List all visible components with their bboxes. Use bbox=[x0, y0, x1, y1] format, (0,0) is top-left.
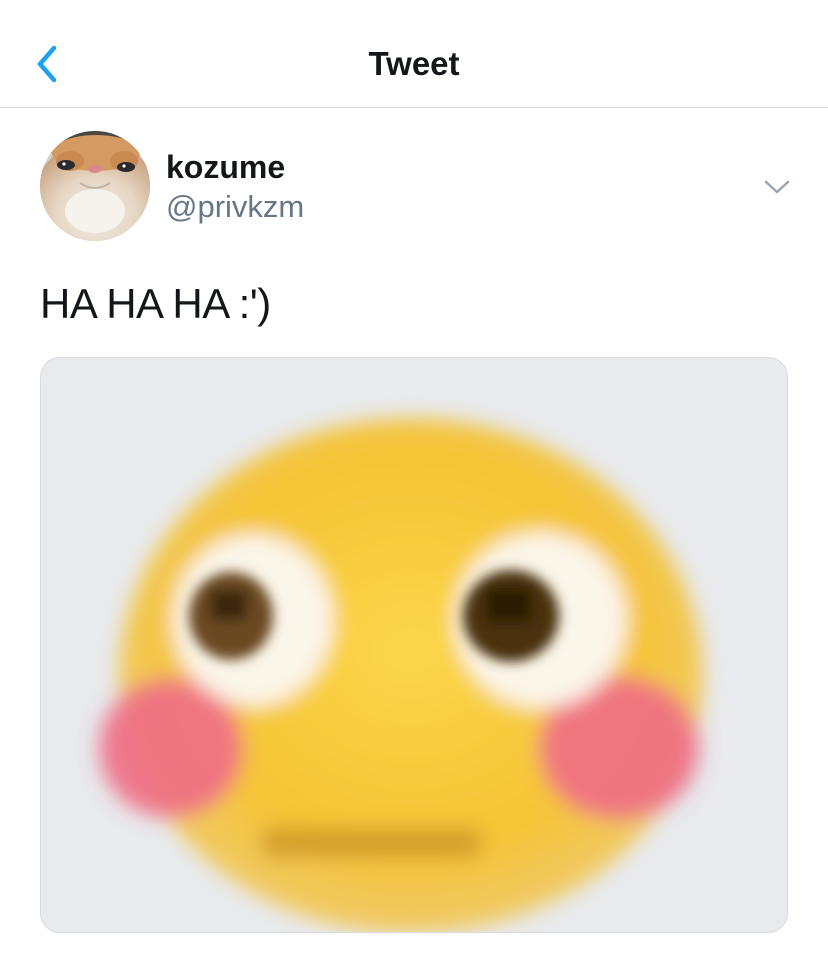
page-title: Tweet bbox=[368, 45, 460, 82]
top-nav-bar: Tweet bbox=[0, 0, 828, 108]
tweet-media-image[interactable] bbox=[40, 357, 788, 933]
author-handle[interactable]: @privkzm bbox=[166, 188, 304, 226]
avatar-cat-image bbox=[40, 131, 150, 241]
tweet-detail-screen: Tweet kozume @privkzm HA HA HA:') bbox=[0, 0, 828, 970]
tweet-text: HA HA HA :') bbox=[40, 280, 271, 327]
avatar[interactable] bbox=[40, 131, 150, 241]
flushed-face-emoji-image bbox=[41, 358, 787, 932]
author-display-name[interactable]: kozume bbox=[166, 148, 285, 186]
tweet-options-button[interactable] bbox=[760, 170, 794, 204]
chevron-down-icon bbox=[764, 180, 790, 194]
